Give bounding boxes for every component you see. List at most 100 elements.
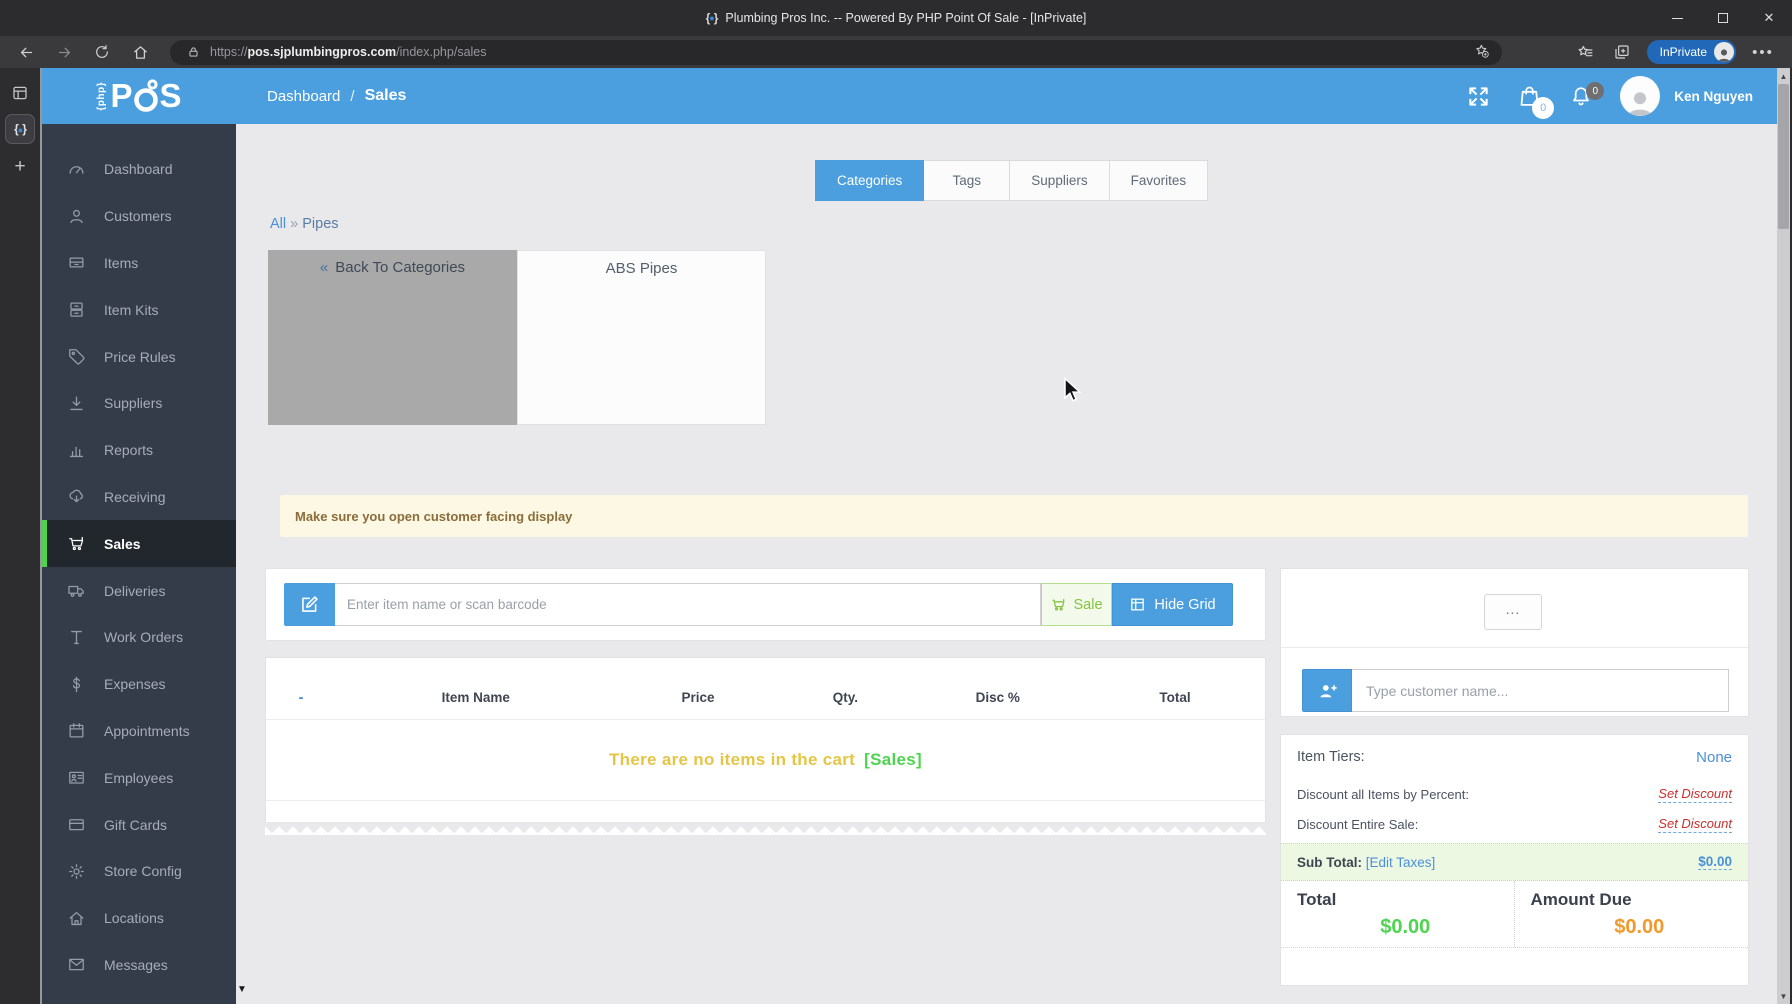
totals-card: Item Tiers: None Discount all Items by P… (1280, 734, 1749, 986)
item-tiers-value[interactable]: None (1696, 749, 1732, 766)
back-to-categories-tile[interactable]: «Back To Categories (268, 250, 517, 425)
tab-favorites[interactable]: Favorites (1109, 160, 1209, 201)
subtotal-value[interactable]: $0.00 (1698, 854, 1732, 870)
collections-icon[interactable] (1607, 39, 1637, 65)
minimize-button[interactable] (1654, 0, 1700, 36)
breadcrumb-dashboard[interactable]: Dashboard (267, 88, 340, 105)
logo-o-icon (133, 79, 158, 112)
lock-icon[interactable] (182, 39, 204, 65)
set-discount-sale-link[interactable]: Set Discount (1658, 816, 1732, 833)
category-grid: «Back To Categories ABS Pipes (268, 250, 766, 425)
tab-actions-icon[interactable] (7, 80, 33, 106)
sidebar-item-work-orders[interactable]: Work Orders (42, 614, 236, 661)
sidebar-item-label: Expenses (104, 676, 166, 693)
tab-categories[interactable]: Categories (815, 160, 925, 201)
sidebar-item-store-config[interactable]: Store Config (42, 848, 236, 895)
set-discount-items-link[interactable]: Set Discount (1658, 786, 1732, 803)
sidebar-item-label: Reports (104, 442, 154, 459)
scroll-down-indicator[interactable]: ▼ (237, 984, 247, 995)
sidebar-item-messages[interactable]: Messages (42, 942, 236, 989)
home-icon[interactable] (126, 39, 154, 65)
profile-avatar-icon (1714, 42, 1734, 62)
sidebar-item-dashboard[interactable]: Dashboard (42, 146, 236, 193)
new-tab-icon[interactable]: + (7, 154, 33, 180)
locations-icon (66, 908, 86, 928)
user-menu[interactable]: Ken Nguyen (1620, 76, 1753, 116)
grid-icon (1131, 598, 1145, 611)
sidebar-item-more[interactable] (42, 988, 236, 1004)
favorites-bar-icon[interactable] (1571, 39, 1601, 65)
sidebar-item-deliveries[interactable]: Deliveries (42, 567, 236, 614)
edit-pencil-icon (302, 596, 318, 612)
edit-taxes-link[interactable]: [Edit Taxes] (1366, 855, 1436, 870)
maximize-button[interactable] (1700, 0, 1746, 36)
page-title: Sales (364, 87, 407, 104)
tab-suppliers[interactable]: Suppliers (1010, 160, 1110, 201)
url-path: /index.php/sales (396, 45, 487, 59)
appointments-icon (66, 721, 86, 741)
sidebar-item-employees[interactable]: Employees (42, 754, 236, 801)
sidebar-item-sales[interactable]: Sales (42, 520, 236, 568)
address-bar[interactable]: https://pos.sjplumbingpros.com/index.php… (170, 39, 1502, 65)
inprivate-badge[interactable]: InPrivate (1646, 40, 1736, 64)
sidebar-item-items[interactable]: Items (42, 240, 236, 287)
refresh-icon[interactable] (88, 39, 116, 65)
breadcrumb: Dashboard / Sales (267, 87, 407, 105)
register-bag-icon[interactable]: 0 (1517, 84, 1555, 119)
sale-cart-icon (1052, 599, 1066, 611)
item-search-input[interactable] (335, 583, 1041, 626)
category-breadcrumb-all[interactable]: All (270, 216, 286, 232)
dashboard-icon (66, 159, 86, 179)
register-badge: 0 (1532, 96, 1555, 119)
hide-grid-button[interactable]: Hide Grid (1112, 583, 1233, 626)
manual-entry-button[interactable] (284, 583, 335, 626)
category-tile-abs-pipes[interactable]: ABS Pipes (517, 250, 766, 425)
back-arrow: « (319, 259, 329, 276)
sidebar-item-receiving[interactable]: Receiving (42, 474, 236, 521)
scrollbar-up-icon[interactable]: ▲ (1777, 69, 1790, 83)
fullscreen-icon[interactable] (1467, 85, 1490, 108)
amount-due-label: Amount Due (1530, 890, 1632, 909)
suppliers-icon (66, 393, 86, 413)
sidebar-item-appointments[interactable]: Appointments (42, 708, 236, 755)
scrollbar-down-icon[interactable]: ▼ (1777, 989, 1790, 1003)
sale-mode-button[interactable]: Sale (1041, 583, 1112, 626)
sidebar-item-reports[interactable]: Reports (42, 427, 236, 474)
sidebar-item-suppliers[interactable]: Suppliers (42, 380, 236, 427)
cart-column-qty: Qty. (832, 690, 859, 705)
back-icon[interactable] (12, 39, 40, 65)
sale-input-card: Sale Hide Grid (265, 568, 1266, 641)
total-label: Total (1297, 890, 1337, 909)
browser-menu-icon[interactable]: ••• (1746, 44, 1780, 61)
close-button[interactable]: ✕ (1746, 0, 1792, 36)
forward-icon[interactable] (50, 39, 78, 65)
sidebar-item-locations[interactable]: Locations (42, 895, 236, 942)
sidebar-item-customers[interactable]: Customers (42, 193, 236, 240)
scrollbar-thumb[interactable] (1778, 84, 1789, 229)
add-customer-button[interactable] (1302, 669, 1352, 712)
add-favorite-icon[interactable] (1474, 43, 1490, 62)
sidebar-item-gift-cards[interactable]: Gift Cards (42, 801, 236, 848)
sidebar-item-expenses[interactable]: Expenses (42, 661, 236, 708)
phppos-logo[interactable]: {php} P S (42, 77, 236, 115)
more-actions-button[interactable]: ... (1484, 594, 1542, 630)
cart-column-price: Price (681, 690, 715, 705)
category-breadcrumb-current[interactable]: Pipes (302, 216, 338, 232)
customer-display-notice: Make sure you open customer facing displ… (280, 495, 1748, 537)
price-rules-icon (66, 347, 86, 367)
customer-search-input[interactable] (1352, 669, 1729, 712)
sidebar-item-label: Sales (104, 535, 141, 552)
url-domain: pos.sjplumbingpros.com (247, 45, 397, 59)
user-name: Ken Nguyen (1674, 88, 1753, 104)
reports-icon (66, 440, 86, 460)
notifications-bell-icon[interactable]: 0 (1569, 82, 1605, 108)
sidebar-item-label: Locations (104, 910, 164, 927)
page-scrollbar[interactable]: ▲ ▼ (1777, 68, 1790, 1004)
amount-due-cell: Amount Due $0.00 (1515, 881, 1749, 947)
active-tab-icon[interactable]: {●} (5, 114, 35, 144)
tab-tags[interactable]: Tags (924, 160, 1011, 201)
gift-cards-icon (66, 815, 86, 835)
sidebar-item-price-rules[interactable]: Price Rules (42, 333, 236, 380)
vertical-tabs-rail: {●} + (0, 68, 42, 1004)
sidebar-item-item-kits[interactable]: Item Kits (42, 286, 236, 333)
